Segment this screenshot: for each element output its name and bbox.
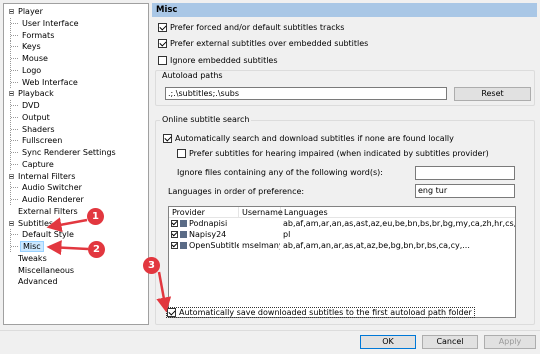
annotation-badge-2: 2 bbox=[88, 241, 105, 258]
arrow-2 bbox=[46, 240, 89, 256]
annotation-arrows bbox=[46, 217, 172, 313]
footer-divider bbox=[0, 330, 540, 331]
cancel-button[interactable]: Cancel bbox=[422, 335, 478, 349]
apply-button[interactable]: Apply bbox=[484, 335, 536, 349]
arrow-3 bbox=[156, 271, 172, 313]
ok-button[interactable]: OK bbox=[360, 335, 416, 349]
annotation-badge-3: 3 bbox=[143, 257, 160, 274]
annotation-badge-1: 1 bbox=[87, 208, 104, 225]
arrow-1 bbox=[46, 217, 88, 233]
